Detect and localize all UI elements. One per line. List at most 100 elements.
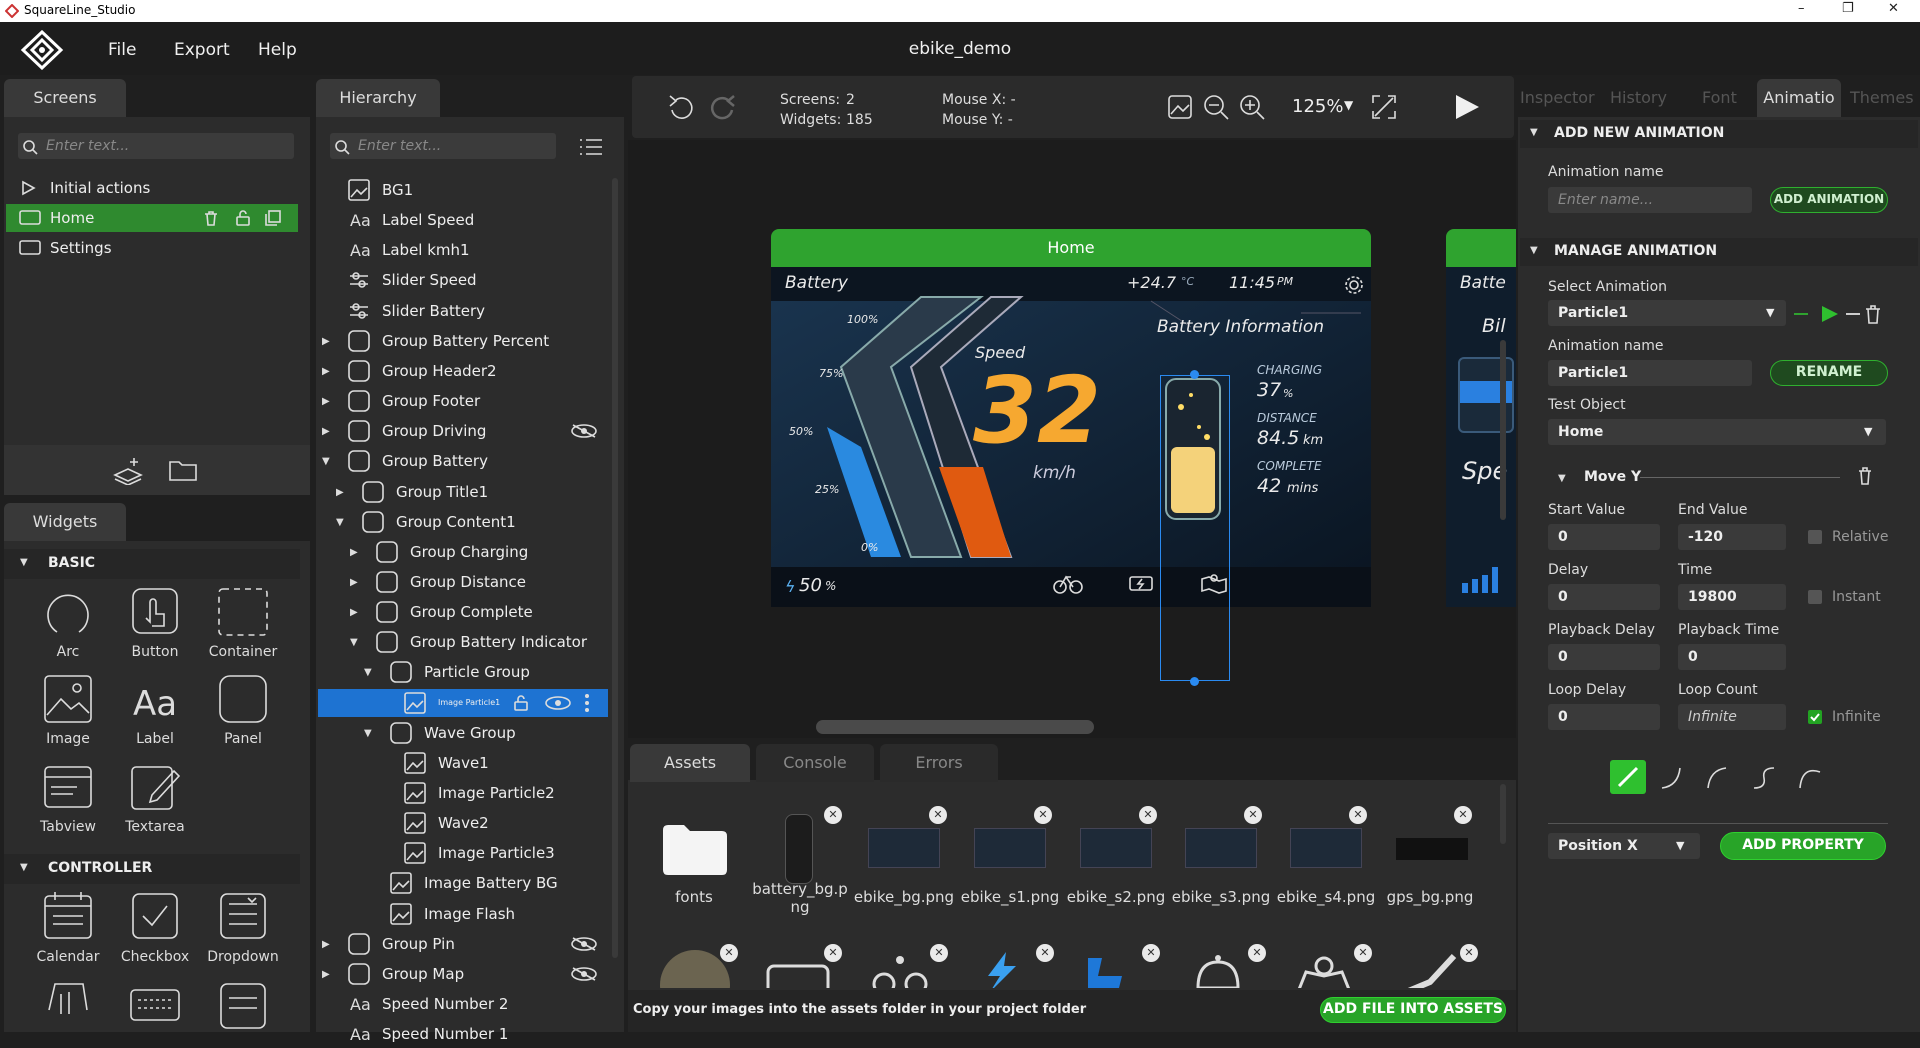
remove-asset-icon[interactable]: ✕	[720, 944, 738, 962]
close-button[interactable]: ✕	[1888, 1, 1899, 16]
widget-dropdown[interactable]	[200, 890, 286, 946]
collapse-triangle-icon[interactable]: ▼	[336, 509, 344, 537]
tab-hierarchy[interactable]: Hierarchy	[316, 79, 440, 117]
map-pin-icon[interactable]	[1294, 952, 1354, 988]
asset-ebike-s2-thumb[interactable]	[1080, 828, 1152, 868]
battery-charge-icon[interactable]	[764, 958, 834, 988]
list-view-icon[interactable]	[576, 136, 604, 158]
animation-name2-input[interactable]: Particle1	[1548, 360, 1752, 386]
hierarchy-item[interactable]: ▶ Group Footer	[318, 387, 608, 415]
tab-console[interactable]: Console	[756, 744, 874, 782]
assets-scrollbar[interactable]	[1500, 784, 1506, 844]
loop-count-input[interactable]: Infinite	[1678, 704, 1786, 730]
animation-name-input[interactable]: Enter name...	[1548, 187, 1752, 213]
collapse-triangle-icon[interactable]: ▼	[322, 448, 330, 476]
screen-item-initial-actions[interactable]: Initial actions	[6, 174, 298, 202]
widget-keyboard-like-1[interactable]	[25, 980, 111, 1036]
widget-panel[interactable]	[200, 673, 286, 729]
asset-ebike-s2[interactable]: ebike_s2.png	[1064, 888, 1168, 906]
tab-history[interactable]: History	[1610, 88, 1667, 107]
hierarchy-item[interactable]: Slider Battery	[318, 297, 608, 325]
ease-in-out-icon[interactable]	[1748, 762, 1778, 792]
tab-assets[interactable]: Assets	[630, 744, 750, 782]
maximize-button[interactable]: ❐	[1842, 1, 1854, 16]
asset-battery-bg-thumb[interactable]	[785, 814, 813, 884]
collapse-triangle-icon[interactable]: ▼	[350, 629, 358, 657]
remove-asset-icon[interactable]: ✕	[929, 806, 947, 824]
remove-asset-icon[interactable]: ✕	[1454, 806, 1472, 824]
collapse-triangle-icon[interactable]: ▼	[364, 720, 372, 748]
hierarchy-item[interactable]: ▶ Group Charging	[318, 538, 608, 566]
asset-ebike-bg[interactable]: ebike_bg.png	[852, 888, 956, 906]
hierarchy-item[interactable]: ▼ Particle Group	[318, 658, 608, 686]
hierarchy-item[interactable]: Slider Speed	[318, 266, 608, 294]
screen-item-settings[interactable]: Settings	[6, 234, 298, 262]
rename-button[interactable]: RENAME	[1770, 360, 1888, 386]
arrow-shape-icon[interactable]	[1082, 952, 1132, 988]
minimize-button[interactable]: –	[1798, 1, 1805, 16]
asset-fonts[interactable]: fonts	[642, 888, 746, 906]
fit-screen-icon[interactable]	[1370, 93, 1398, 121]
remove-asset-icon[interactable]: ✕	[824, 806, 842, 824]
play-preview-icon[interactable]	[1452, 92, 1482, 122]
checkmark-shape-icon[interactable]	[1400, 952, 1460, 988]
screen-item-home[interactable]: Home	[6, 204, 298, 232]
tab-errors[interactable]: Errors	[880, 744, 998, 782]
screens-search-input[interactable]: Enter text...	[18, 133, 294, 159]
asset-battery-bg[interactable]: battery_bg.png	[748, 880, 852, 916]
hierarchy-item[interactable]: ▼ Group Battery	[318, 447, 608, 475]
hierarchy-item[interactable]: ▼ Group Battery Indicator	[318, 628, 608, 656]
zoom-in-icon[interactable]	[1238, 93, 1266, 121]
asset-gps-bg-thumb[interactable]	[1396, 838, 1468, 860]
hierarchy-item[interactable]: ▶ Group Title1	[318, 478, 608, 506]
collapse-triangle-icon[interactable]: ▼	[1530, 127, 1538, 138]
canvas-horizontal-scrollbar[interactable]	[816, 720, 1094, 734]
hierarchy-item[interactable]: Aa Speed Number 2	[318, 990, 608, 1018]
add-property-button[interactable]: ADD PROPERTY	[1720, 832, 1886, 860]
remove-asset-icon[interactable]: ✕	[1036, 944, 1054, 962]
expand-triangle-icon[interactable]: ▶	[350, 539, 358, 567]
folder-icon[interactable]	[168, 457, 198, 483]
hidden-eye-icon[interactable]	[570, 423, 598, 439]
background-image-icon[interactable]	[1166, 93, 1194, 121]
widget-textarea[interactable]	[112, 761, 198, 817]
collapse-triangle-icon[interactable]: ▼	[20, 862, 28, 873]
tab-animation[interactable]: Animatio	[1757, 79, 1841, 117]
hierarchy-item[interactable]: Image Particle2	[318, 779, 608, 807]
expand-triangle-icon[interactable]: ▶	[322, 328, 330, 356]
redo-icon[interactable]	[706, 92, 738, 122]
tab-screens[interactable]: Screens	[4, 79, 126, 117]
hierarchy-item[interactable]: ▶ Group Distance	[318, 568, 608, 596]
hierarchy-item[interactable]: BG1	[318, 176, 608, 204]
add-file-into-assets-button[interactable]: ADD FILE INTO ASSETS	[1320, 997, 1506, 1023]
hierarchy-item[interactable]: ▶ Group Complete	[318, 598, 608, 626]
zoom-level-select[interactable]: 125%	[1292, 96, 1343, 117]
delay-input[interactable]: 0	[1548, 584, 1660, 610]
widget-button[interactable]	[112, 586, 198, 642]
screen-home-tab[interactable]: Home	[771, 229, 1371, 267]
widget-calendar[interactable]	[25, 890, 111, 946]
widget-image[interactable]	[25, 673, 111, 729]
lightning-icon[interactable]	[976, 952, 1026, 988]
hierarchy-search-input[interactable]: Enter text...	[330, 133, 556, 159]
ease-in-icon[interactable]	[1656, 762, 1686, 792]
collapse-triangle-icon[interactable]: ▼	[20, 557, 28, 568]
device-screen-home[interactable]: Battery +24.7 °C 11:45 PM Battery Inform…	[771, 267, 1371, 607]
relative-checkbox[interactable]	[1808, 530, 1822, 544]
expand-triangle-icon[interactable]: ▶	[322, 931, 330, 959]
asset-ebike-s3-thumb[interactable]	[1185, 828, 1257, 868]
hidden-eye-icon[interactable]	[570, 936, 598, 952]
loop-delay-input[interactable]: 0	[1548, 704, 1660, 730]
hierarchy-item[interactable]: ▶ Group Pin	[318, 930, 608, 958]
hierarchy-item[interactable]: Image Particle1	[318, 688, 608, 717]
select-animation-dropdown[interactable]: Particle1	[1548, 300, 1786, 326]
tab-widgets[interactable]: Widgets	[4, 503, 126, 541]
collapse-triangle-icon[interactable]: ▼	[1558, 473, 1566, 484]
more-options-icon[interactable]	[584, 693, 590, 713]
tab-themes[interactable]: Themes	[1850, 88, 1914, 107]
hierarchy-scrollbar[interactable]	[612, 178, 618, 958]
expand-triangle-icon[interactable]: ▶	[322, 358, 330, 386]
time-input[interactable]: 19800	[1678, 584, 1786, 610]
hierarchy-item[interactable]: Image Particle3	[318, 839, 608, 867]
remove-asset-icon[interactable]: ✕	[930, 944, 948, 962]
